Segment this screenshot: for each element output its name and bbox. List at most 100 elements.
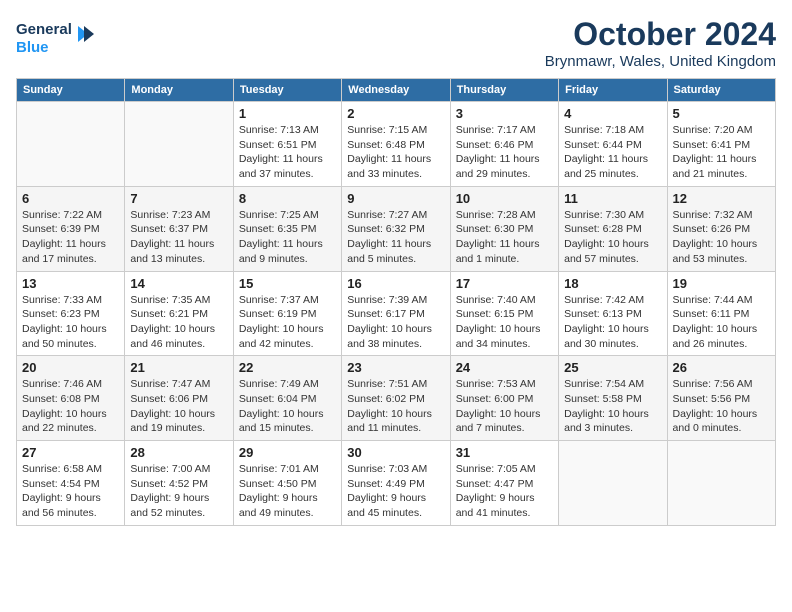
calendar-cell: 7 Sunrise: 7:23 AM Sunset: 6:37 PM Daylig… — [125, 186, 233, 271]
calendar-cell: 9Sunrise: 7:27 AM Sunset: 6:32 PM Daylig… — [342, 186, 450, 271]
calendar-week-2: 6 Sunrise: 7:22 AM Sunset: 6:39 PM Daylig… — [17, 186, 776, 271]
calendar-cell: 6 Sunrise: 7:22 AM Sunset: 6:39 PM Daylig… — [17, 186, 125, 271]
calendar-week-5: 27 Sunrise: 6:58 AM Sunset: 4:54 PM Dayli… — [17, 441, 776, 526]
weekday-header-friday: Friday — [559, 79, 667, 102]
calendar-week-1: 1 Sunrise: 7:13 AM Sunset: 6:51 PM Daylig… — [17, 102, 776, 187]
day-detail: Sunrise: 7:03 AM Sunset: 4:49 PM Dayligh… — [347, 462, 444, 521]
day-detail: Sunrise: 7:54 AM Sunset: 5:58 PM Dayligh… — [564, 377, 661, 436]
day-detail: Sunrise: 7:42 AM Sunset: 6:13 PM Dayligh… — [564, 293, 661, 352]
day-detail: Sunrise: 7:51 AM Sunset: 6:02 PM Dayligh… — [347, 377, 444, 436]
calendar-cell: 8 Sunrise: 7:25 AM Sunset: 6:35 PM Daylig… — [233, 186, 341, 271]
calendar-cell: 14 Sunrise: 7:35 AM Sunset: 6:21 PM Dayli… — [125, 271, 233, 356]
day-detail: Sunrise: 7:18 AM Sunset: 6:44 PM Dayligh… — [564, 123, 661, 182]
day-number: 18 — [564, 276, 661, 291]
day-detail: Sunrise: 7:39 AM Sunset: 6:17 PM Dayligh… — [347, 293, 444, 352]
day-detail: Sunrise: 7:32 AM Sunset: 6:26 PM Dayligh… — [673, 208, 770, 267]
day-number: 20 — [22, 360, 119, 375]
day-number: 25 — [564, 360, 661, 375]
day-detail: Sunrise: 7:30 AM Sunset: 6:28 PM Dayligh… — [564, 208, 661, 267]
calendar-cell: 21 Sunrise: 7:47 AM Sunset: 6:06 PM Dayli… — [125, 356, 233, 441]
day-number: 21 — [130, 360, 227, 375]
day-detail: Sunrise: 6:58 AM Sunset: 4:54 PM Dayligh… — [22, 462, 119, 521]
day-detail: Sunrise: 7:28 AM Sunset: 6:30 PM Dayligh… — [456, 208, 553, 267]
calendar-title: October 2024 — [545, 16, 776, 53]
day-number: 10 — [456, 191, 553, 206]
svg-text:Blue: Blue — [16, 39, 49, 56]
day-number: 26 — [673, 360, 770, 375]
day-number: 5 — [673, 106, 770, 121]
weekday-header-thursday: Thursday — [450, 79, 558, 102]
day-detail: Sunrise: 7:49 AM Sunset: 6:04 PM Dayligh… — [239, 377, 336, 436]
day-number: 27 — [22, 445, 119, 460]
day-detail: Sunrise: 7:15 AM Sunset: 6:48 PM Dayligh… — [347, 123, 444, 182]
calendar-cell: 22 Sunrise: 7:49 AM Sunset: 6:04 PM Dayli… — [233, 356, 341, 441]
calendar-cell: 24Sunrise: 7:53 AM Sunset: 6:00 PM Dayli… — [450, 356, 558, 441]
day-detail: Sunrise: 7:37 AM Sunset: 6:19 PM Dayligh… — [239, 293, 336, 352]
title-block: October 2024 Brynmawr, Wales, United Kin… — [545, 16, 776, 70]
day-detail: Sunrise: 7:00 AM Sunset: 4:52 PM Dayligh… — [130, 462, 227, 521]
calendar-cell: 2 Sunrise: 7:15 AM Sunset: 6:48 PM Daylig… — [342, 102, 450, 187]
day-number: 17 — [456, 276, 553, 291]
day-number: 22 — [239, 360, 336, 375]
calendar-cell: 26 Sunrise: 7:56 AM Sunset: 5:56 PM Dayli… — [667, 356, 775, 441]
day-detail: Sunrise: 7:01 AM Sunset: 4:50 PM Dayligh… — [239, 462, 336, 521]
calendar-week-4: 20 Sunrise: 7:46 AM Sunset: 6:08 PM Dayli… — [17, 356, 776, 441]
day-detail: Sunrise: 7:35 AM Sunset: 6:21 PM Dayligh… — [130, 293, 227, 352]
day-number: 6 — [22, 191, 119, 206]
calendar-cell: 3 Sunrise: 7:17 AM Sunset: 6:46 PM Daylig… — [450, 102, 558, 187]
day-detail: Sunrise: 7:20 AM Sunset: 6:41 PM Dayligh… — [673, 123, 770, 182]
day-number: 2 — [347, 106, 444, 121]
day-detail: Sunrise: 7:23 AM Sunset: 6:37 PM Dayligh… — [130, 208, 227, 267]
day-number: 13 — [22, 276, 119, 291]
day-number: 7 — [130, 191, 227, 206]
logo-icon: General Blue — [16, 16, 96, 60]
svg-text:General: General — [16, 21, 72, 38]
calendar-cell: 17 Sunrise: 7:40 AM Sunset: 6:15 PM Dayli… — [450, 271, 558, 356]
calendar-cell — [559, 441, 667, 526]
weekday-header-monday: Monday — [125, 79, 233, 102]
day-number: 14 — [130, 276, 227, 291]
calendar-week-3: 13 Sunrise: 7:33 AM Sunset: 6:23 PM Dayli… — [17, 271, 776, 356]
calendar-cell — [17, 102, 125, 187]
day-number: 3 — [456, 106, 553, 121]
day-detail: Sunrise: 7:46 AM Sunset: 6:08 PM Dayligh… — [22, 377, 119, 436]
day-number: 28 — [130, 445, 227, 460]
day-number: 1 — [239, 106, 336, 121]
day-detail: Sunrise: 7:33 AM Sunset: 6:23 PM Dayligh… — [22, 293, 119, 352]
calendar-cell: 12Sunrise: 7:32 AM Sunset: 6:26 PM Dayli… — [667, 186, 775, 271]
day-detail: Sunrise: 7:56 AM Sunset: 5:56 PM Dayligh… — [673, 377, 770, 436]
day-number: 8 — [239, 191, 336, 206]
calendar-subtitle: Brynmawr, Wales, United Kingdom — [545, 53, 776, 70]
calendar-cell: 15 Sunrise: 7:37 AM Sunset: 6:19 PM Dayli… — [233, 271, 341, 356]
day-detail: Sunrise: 7:13 AM Sunset: 6:51 PM Dayligh… — [239, 123, 336, 182]
weekday-header-sunday: Sunday — [17, 79, 125, 102]
day-number: 11 — [564, 191, 661, 206]
weekday-header-tuesday: Tuesday — [233, 79, 341, 102]
calendar-cell: 20 Sunrise: 7:46 AM Sunset: 6:08 PM Dayli… — [17, 356, 125, 441]
day-number: 30 — [347, 445, 444, 460]
calendar-cell: 25 Sunrise: 7:54 AM Sunset: 5:58 PM Dayli… — [559, 356, 667, 441]
day-detail: Sunrise: 7:22 AM Sunset: 6:39 PM Dayligh… — [22, 208, 119, 267]
day-number: 19 — [673, 276, 770, 291]
weekday-header-wednesday: Wednesday — [342, 79, 450, 102]
day-detail: Sunrise: 7:25 AM Sunset: 6:35 PM Dayligh… — [239, 208, 336, 267]
day-detail: Sunrise: 7:47 AM Sunset: 6:06 PM Dayligh… — [130, 377, 227, 436]
calendar-cell: 13 Sunrise: 7:33 AM Sunset: 6:23 PM Dayli… — [17, 271, 125, 356]
calendar-cell: 29 Sunrise: 7:01 AM Sunset: 4:50 PM Dayli… — [233, 441, 341, 526]
day-detail: Sunrise: 7:05 AM Sunset: 4:47 PM Dayligh… — [456, 462, 553, 521]
calendar-cell: 19Sunrise: 7:44 AM Sunset: 6:11 PM Dayli… — [667, 271, 775, 356]
day-number: 31 — [456, 445, 553, 460]
day-number: 23 — [347, 360, 444, 375]
calendar-cell: 1 Sunrise: 7:13 AM Sunset: 6:51 PM Daylig… — [233, 102, 341, 187]
calendar-table: SundayMondayTuesdayWednesdayThursdayFrid… — [16, 78, 776, 526]
day-detail: Sunrise: 7:40 AM Sunset: 6:15 PM Dayligh… — [456, 293, 553, 352]
calendar-cell: 28 Sunrise: 7:00 AM Sunset: 4:52 PM Dayli… — [125, 441, 233, 526]
day-detail: Sunrise: 7:17 AM Sunset: 6:46 PM Dayligh… — [456, 123, 553, 182]
day-number: 15 — [239, 276, 336, 291]
calendar-cell: 16Sunrise: 7:39 AM Sunset: 6:17 PM Dayli… — [342, 271, 450, 356]
calendar-cell: 27 Sunrise: 6:58 AM Sunset: 4:54 PM Dayli… — [17, 441, 125, 526]
header: General Blue October 2024 Brynmawr, Wale… — [16, 16, 776, 70]
calendar-cell: 18 Sunrise: 7:42 AM Sunset: 6:13 PM Dayli… — [559, 271, 667, 356]
day-number: 29 — [239, 445, 336, 460]
day-number: 4 — [564, 106, 661, 121]
